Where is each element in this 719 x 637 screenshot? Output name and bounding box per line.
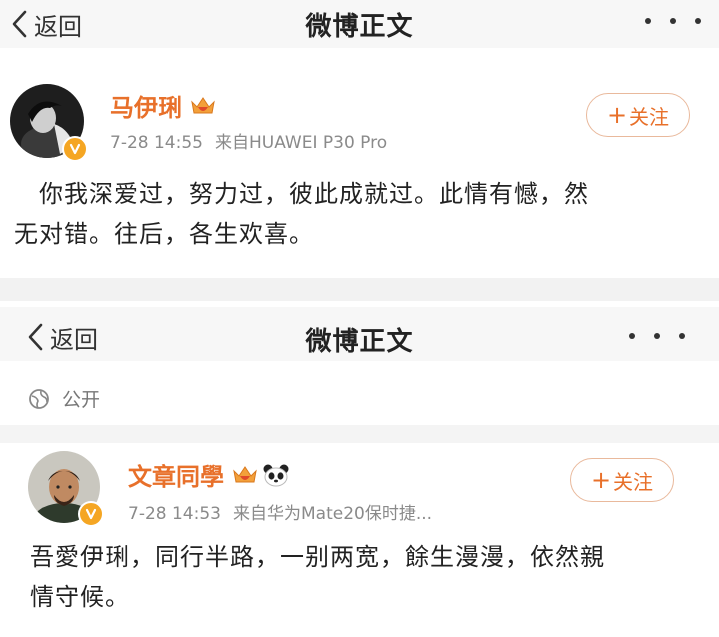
follow-button[interactable]: + 关注 (586, 93, 690, 137)
more-dots-icon (645, 18, 651, 24)
crown-badge-icon (232, 464, 258, 486)
more-button[interactable] (645, 10, 701, 32)
follow-button[interactable]: + 关注 (570, 458, 674, 502)
nav-bar: 返回 微博正文 (0, 307, 719, 361)
page-title: 微博正文 (305, 12, 414, 42)
post-text: 吾愛伊琍，同行半路，一别两宽，餘生漫漫，依然親 情守候。 (30, 543, 605, 611)
verified-badge-icon (78, 501, 104, 527)
post-time: 7-28 14:53 (128, 504, 221, 524)
plus-icon: + (590, 466, 612, 494)
plus-icon: + (606, 101, 628, 129)
more-button[interactable] (629, 325, 685, 347)
username[interactable]: 马伊琍 (110, 88, 216, 123)
post-text: 你我深爱过，努力过，彼此成就过。此情有憾，然 无对错。往后，各生欢喜。 (14, 180, 589, 248)
avatar[interactable] (28, 451, 104, 527)
post-meta: 7-28 14:53 来自华为Mate20保时捷... (128, 499, 432, 524)
post-screen-2: 返回 微博正文 公开 文章同學 7-28 14:53 来自华为Mate20保时捷… (0, 301, 719, 637)
post-source: 来自华为Mate20保时捷... (232, 504, 433, 524)
crown-badge-icon (190, 95, 216, 117)
post-meta: 7-28 14:55 来自HUAWEI P30 Pro (110, 128, 387, 153)
globe-icon (29, 388, 49, 409)
separator (0, 278, 719, 301)
page-title: 微博正文 (305, 327, 414, 357)
avatar[interactable] (10, 84, 88, 162)
privacy-label: 公开 (28, 385, 100, 412)
username[interactable]: 文章同學 (128, 457, 290, 492)
post-time: 7-28 14:55 (110, 133, 203, 153)
divider (0, 425, 719, 443)
more-dots-icon (629, 333, 635, 339)
post-source: 来自HUAWEI P30 Pro (214, 133, 388, 153)
post-screen-1: 返回 微博正文 马伊琍 7-28 14:55 来自HUAWEI P30 Pro (0, 0, 719, 278)
verified-badge-icon (62, 136, 88, 162)
panda-icon (262, 463, 290, 487)
nav-bar: 返回 微博正文 (0, 0, 719, 48)
